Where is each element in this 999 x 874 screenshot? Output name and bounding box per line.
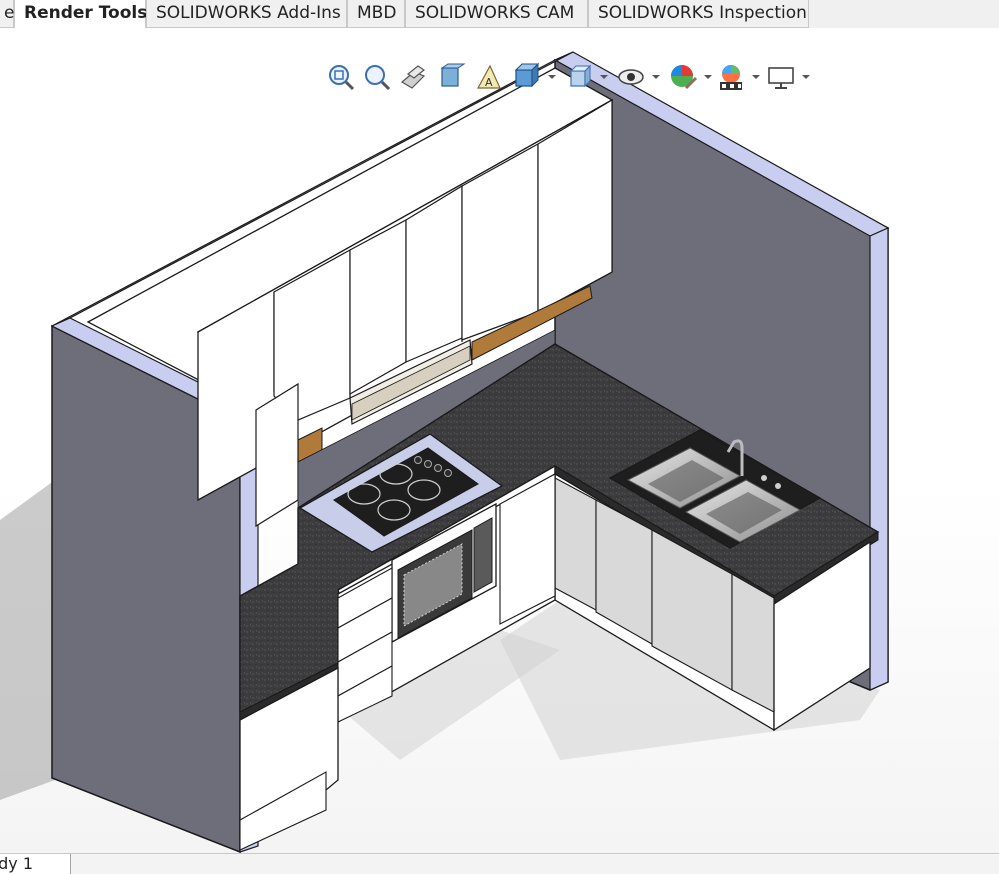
kitchen-model[interactable] xyxy=(0,28,999,853)
chevron-down-icon[interactable] xyxy=(652,75,660,79)
tab-render-tools[interactable]: Render Tools xyxy=(14,0,147,28)
section-view-icon[interactable] xyxy=(436,62,466,92)
tab-motion-study-1[interactable]: udy 1 xyxy=(0,854,71,874)
chevron-down-icon[interactable] xyxy=(548,75,556,79)
tab-mbd[interactable]: MBD xyxy=(347,0,405,28)
chevron-down-icon[interactable] xyxy=(600,75,608,79)
display-style-icon[interactable] xyxy=(564,62,594,92)
svg-text:A: A xyxy=(485,76,493,89)
soap-dispenser xyxy=(761,475,767,481)
lower-cabinet-door xyxy=(731,573,775,713)
tab-solidworks-add-ins[interactable]: SOLIDWORKS Add-Ins xyxy=(146,0,347,28)
zoom-to-area-icon[interactable] xyxy=(362,62,392,92)
floor-shadow-left xyxy=(0,480,55,800)
zoom-to-fit-icon[interactable] xyxy=(326,62,356,92)
oven-control-panel xyxy=(473,517,493,593)
view-settings-icon[interactable] xyxy=(766,62,796,92)
soap-dispenser xyxy=(775,483,781,489)
tab-solidworks-inspection[interactable]: SOLIDWORKS Inspection xyxy=(588,0,809,28)
apply-scene-icon[interactable] xyxy=(716,62,746,92)
lower-cabinet-door xyxy=(554,477,597,611)
chevron-down-icon[interactable] xyxy=(704,75,712,79)
edit-appearance-icon[interactable] xyxy=(668,62,698,92)
chevron-down-icon[interactable] xyxy=(752,75,760,79)
tab-partial[interactable]: e xyxy=(0,0,14,28)
right-wall-end xyxy=(869,227,889,691)
hide-show-items-icon[interactable] xyxy=(616,62,646,92)
previous-view-icon[interactable] xyxy=(398,62,428,92)
bottom-tabbar: udy 1 xyxy=(0,853,999,874)
tab-solidworks-cam[interactable]: SOLIDWORKS CAM xyxy=(405,0,588,28)
chevron-down-icon[interactable] xyxy=(802,75,810,79)
view-orientation-icon[interactable] xyxy=(512,62,542,92)
graphics-area[interactable]: A xyxy=(0,28,999,853)
dynamic-annotation-views-icon[interactable]: A xyxy=(474,62,504,92)
command-manager-tabbar: e Render Tools SOLIDWORKS Add-Ins MBD SO… xyxy=(0,0,999,28)
